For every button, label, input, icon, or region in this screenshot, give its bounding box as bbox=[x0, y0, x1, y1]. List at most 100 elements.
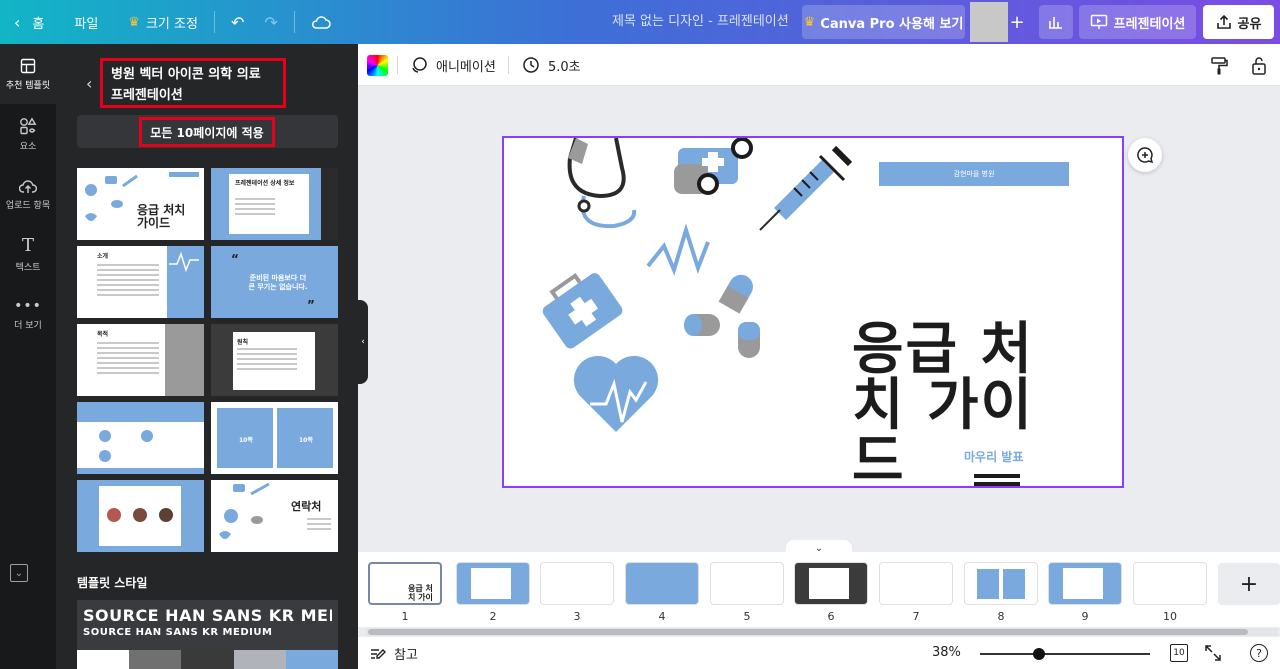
template-page-thumb[interactable]: 원칙 bbox=[211, 324, 338, 396]
add-comment-button[interactable] bbox=[1128, 138, 1162, 172]
paint-roller-button[interactable] bbox=[1210, 56, 1228, 80]
chevron-left-icon: ‹ bbox=[14, 12, 21, 32]
undo-icon: ↶ bbox=[230, 12, 245, 32]
slide-subtitle[interactable]: 마우리 발표 bbox=[964, 448, 1023, 465]
pill-icon bbox=[684, 274, 760, 358]
scrollbar-thumb[interactable] bbox=[368, 629, 1248, 635]
thumb-title: 목적 bbox=[97, 331, 109, 338]
thumb-title: 프레젠테이션 상세 정보 bbox=[235, 180, 295, 187]
color-swatch bbox=[181, 650, 234, 669]
zoom-value: 38% bbox=[932, 645, 961, 660]
template-page-thumb[interactable] bbox=[77, 402, 204, 474]
template-page-thumb[interactable]: 목적 bbox=[77, 324, 204, 396]
template-page-thumb[interactable]: 연락처 bbox=[211, 480, 338, 552]
page-thumbnail[interactable] bbox=[964, 562, 1038, 605]
page-thumbnail[interactable] bbox=[456, 562, 530, 605]
thumb-label: 10쪽 bbox=[299, 437, 313, 444]
style-color-swatches[interactable] bbox=[77, 650, 339, 669]
page-number: 1 bbox=[401, 610, 409, 623]
animate-label: 애니메이션 bbox=[436, 59, 496, 75]
chevron-left-icon: ‹ bbox=[86, 74, 93, 93]
plus-icon: + bbox=[1239, 571, 1259, 597]
collapse-panel-button[interactable]: ‹ bbox=[358, 300, 368, 384]
share-icon bbox=[1216, 14, 1231, 29]
syringe-icon bbox=[759, 145, 853, 231]
color-picker-icon[interactable] bbox=[367, 55, 388, 76]
color-swatch bbox=[77, 650, 130, 669]
notes-icon bbox=[371, 649, 386, 659]
template-page-thumb[interactable]: 10쪽 10쪽 bbox=[211, 402, 338, 474]
template-page-thumb[interactable]: 소개 bbox=[77, 246, 204, 318]
redo-button[interactable]: ↷ bbox=[254, 0, 287, 44]
redo-icon: ↷ bbox=[264, 12, 278, 32]
template-icon bbox=[20, 58, 36, 73]
chevron-down-icon[interactable]: ⌄ bbox=[10, 564, 28, 582]
resize-button[interactable]: ♛ 크기 조정 bbox=[118, 0, 208, 44]
crown-icon: ♛ bbox=[128, 14, 140, 30]
divider bbox=[213, 11, 215, 33]
home-button[interactable]: ‹ 홈 bbox=[0, 0, 54, 44]
page-thumbnail[interactable] bbox=[879, 562, 953, 605]
notes-button[interactable]: 참고 bbox=[370, 637, 418, 669]
insights-button[interactable] bbox=[1039, 5, 1073, 39]
slide-title[interactable]: 응급 처치 가이드 bbox=[852, 322, 1062, 487]
slide-canvas[interactable]: 감현마을 병원 응급 처치 가이드 마우리 발표 bbox=[502, 136, 1124, 488]
back-button[interactable]: ‹ bbox=[86, 74, 92, 93]
thumb-title: 연락처 bbox=[291, 500, 322, 513]
page-thumbnail[interactable] bbox=[625, 562, 699, 605]
avatar[interactable] bbox=[970, 2, 1008, 42]
duration-label: 5.0초 bbox=[548, 59, 581, 75]
template-style-card[interactable]: SOURCE HAN SANS KR MEDI... SOURCE HAN SA… bbox=[77, 600, 338, 650]
left-rail: 추천 템플릿 요소 업로드 항목 T 텍스트 ••• 더 보기 ⌄ bbox=[0, 44, 56, 669]
template-page-thumb[interactable]: 프레젠테이션 상세 정보 bbox=[211, 168, 338, 240]
thumb-title: 응급 처치 가이드 bbox=[137, 203, 186, 230]
page-thumbnail[interactable]: 응급 처치 가이 bbox=[368, 562, 442, 605]
lock-icon bbox=[1252, 57, 1266, 75]
document-title[interactable]: 제목 없는 디자인 - 프레젠테이션 bbox=[612, 0, 789, 44]
page-strip-scrollbar[interactable] bbox=[366, 628, 1278, 636]
add-page-button[interactable]: + bbox=[1218, 563, 1280, 605]
lock-button[interactable] bbox=[1251, 56, 1267, 80]
page-thumbnail[interactable] bbox=[794, 562, 868, 605]
upload-icon bbox=[19, 179, 37, 193]
slide-hospital-tag[interactable]: 감현마을 병원 bbox=[879, 162, 1069, 186]
rail-item-text[interactable]: T 텍스트 bbox=[0, 224, 56, 284]
page-thumbnail[interactable] bbox=[540, 562, 614, 605]
share-button[interactable]: 공유 bbox=[1203, 5, 1274, 39]
page-thumbnail[interactable] bbox=[710, 562, 784, 605]
present-label: 프레젠테이션 bbox=[1113, 16, 1186, 32]
rail-label: 더 보기 bbox=[14, 320, 42, 331]
fullscreen-button[interactable] bbox=[1204, 644, 1222, 666]
zoom-slider-handle[interactable] bbox=[1033, 648, 1045, 660]
ambulance-icon bbox=[674, 138, 753, 195]
present-button[interactable]: 프레젠테이션 bbox=[1079, 5, 1196, 39]
top-bar: ‹ 홈 파일 ♛ 크기 조정 ↶ ↷ 제목 없는 디자인 - 프레젠테이션 ♛ … bbox=[0, 0, 1280, 44]
rail-item-uploads[interactable]: 업로드 항목 bbox=[0, 164, 56, 224]
add-collaborator-button[interactable]: + bbox=[1006, 5, 1028, 39]
rail-item-elements[interactable]: 요소 bbox=[0, 104, 56, 164]
template-page-thumb[interactable]: 응급 처치 가이드 bbox=[77, 168, 204, 240]
editor-toolbar: 애니메이션 5.0초 bbox=[358, 44, 1280, 86]
rail-item-more[interactable]: ••• 더 보기 bbox=[0, 284, 56, 344]
page-number: 2 bbox=[489, 610, 497, 623]
template-page-thumb[interactable]: 준비된 마음보다 더큰 무기는 없습니다. “ ” bbox=[211, 246, 338, 318]
duration-button[interactable]: 5.0초 bbox=[522, 44, 581, 86]
page-number: 8 bbox=[997, 610, 1005, 623]
templates-panel: ‹ 병원 벡터 아이콘 의학 의료 프레젠테이션 모든 10페이지에 적용 응급… bbox=[56, 44, 358, 669]
try-pro-button[interactable]: ♛ Canva Pro 사용해 보기 bbox=[802, 5, 965, 39]
zoom-slider-track[interactable] bbox=[980, 653, 1150, 655]
animate-button[interactable]: 애니메이션 bbox=[410, 44, 496, 86]
rail-item-templates[interactable]: 추천 템플릿 bbox=[0, 44, 56, 104]
undo-button[interactable]: ↶ bbox=[221, 0, 254, 44]
rail-label: 추천 템플릿 bbox=[5, 80, 51, 91]
divider bbox=[508, 56, 509, 74]
help-button[interactable]: ? bbox=[1250, 644, 1268, 662]
page-thumbnail[interactable] bbox=[1133, 562, 1207, 605]
apply-all-button[interactable]: 모든 10페이지에 적용 bbox=[139, 117, 275, 147]
cloud-save-button[interactable] bbox=[301, 0, 341, 44]
home-label: 홈 bbox=[32, 16, 45, 32]
file-menu-button[interactable]: 파일 bbox=[64, 0, 108, 44]
page-count-button[interactable]: 10 bbox=[1170, 644, 1188, 662]
template-page-thumb[interactable] bbox=[77, 480, 204, 552]
page-thumbnail[interactable] bbox=[1048, 562, 1122, 605]
